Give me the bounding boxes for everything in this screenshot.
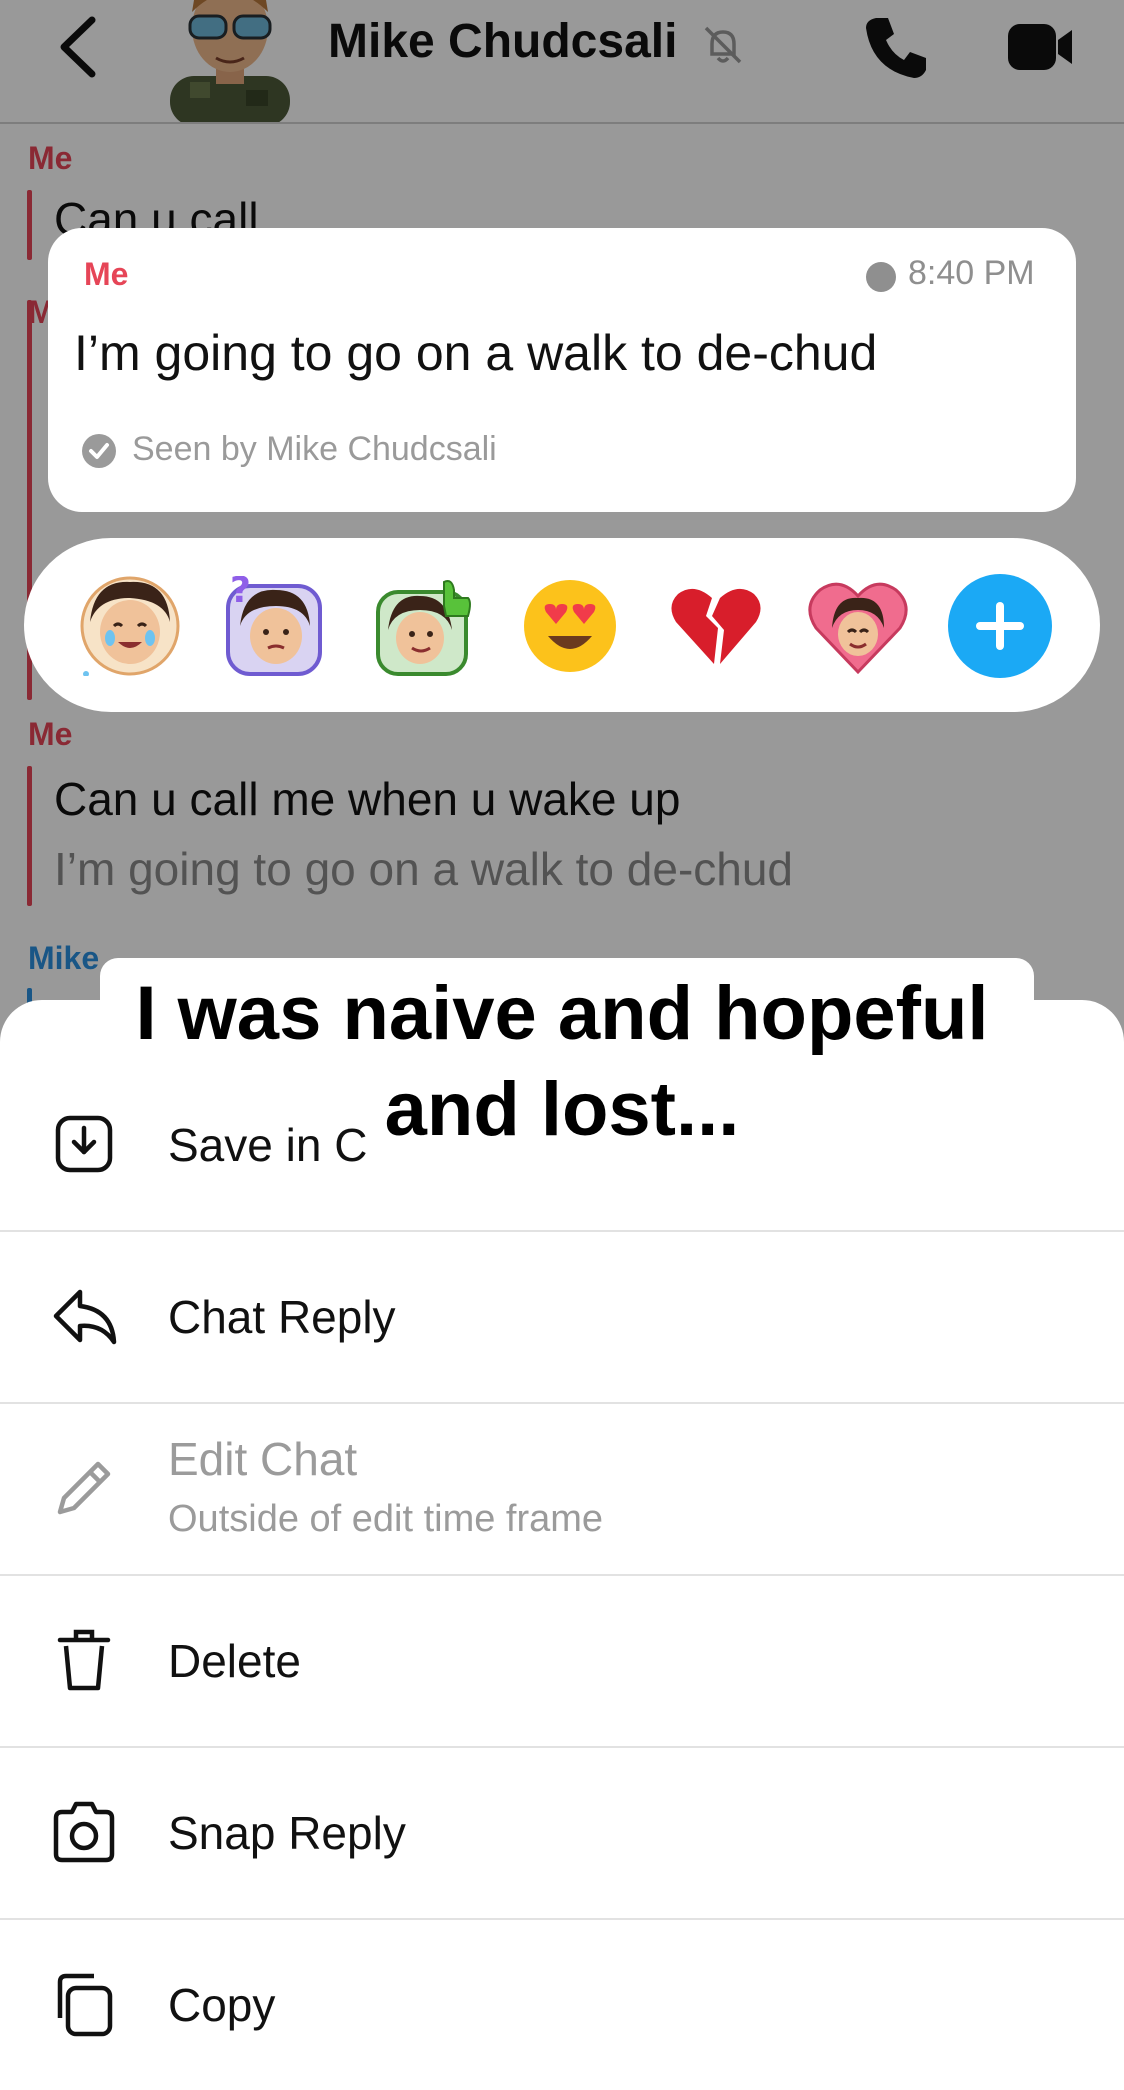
add-reaction-button[interactable] bbox=[948, 574, 1052, 678]
focused-message-card: Me 8:40 PM I’m going to go on a walk to … bbox=[48, 228, 1076, 512]
menu-item-delete[interactable]: Delete bbox=[0, 1576, 1124, 1748]
menu-item-label: Chat Reply bbox=[168, 1291, 396, 1343]
menu-item-label: Edit Chat bbox=[168, 1433, 358, 1485]
bitmoji-thumbs-up-icon[interactable] bbox=[374, 576, 474, 676]
copy-icon bbox=[57, 1973, 113, 2037]
menu-item-copy[interactable]: Copy bbox=[0, 1920, 1124, 2090]
sender-label: Me bbox=[84, 256, 129, 292]
bitmoji-crying-laughing-icon[interactable] bbox=[80, 576, 180, 676]
caption-line: and lost... bbox=[384, 1067, 740, 1152]
broken-heart-emoji-icon[interactable] bbox=[666, 576, 766, 676]
menu-item-snap-reply[interactable]: Snap Reply bbox=[0, 1748, 1124, 1920]
pencil-icon bbox=[57, 1461, 111, 1515]
camera-icon bbox=[53, 1801, 115, 1863]
menu-item-label: Copy bbox=[168, 1979, 276, 2031]
menu-item-edit-chat: Edit Chat Outside of edit time frame bbox=[0, 1404, 1124, 1576]
bitmoji-heart-icon[interactable] bbox=[808, 576, 908, 676]
trash-icon bbox=[57, 1629, 111, 1691]
menu-item-chat-reply[interactable]: Chat Reply bbox=[0, 1232, 1124, 1404]
seen-status: Seen by Mike Chudcsali bbox=[132, 430, 497, 468]
caption-line: I was naive and hopeful bbox=[135, 971, 989, 1056]
message-timestamp: 8:40 PM bbox=[908, 254, 1035, 292]
plus-icon bbox=[976, 602, 1024, 650]
time-dot-icon bbox=[866, 262, 896, 292]
reply-icon bbox=[53, 1289, 117, 1345]
menu-item-sublabel: Outside of edit time frame bbox=[168, 1498, 604, 1540]
heart-eyes-emoji-icon[interactable] bbox=[520, 576, 620, 676]
message-text: I’m going to go on a walk to de-chud bbox=[74, 325, 878, 381]
seen-check-icon bbox=[82, 434, 116, 468]
bitmoji-confused-icon[interactable]: ? bbox=[224, 576, 324, 676]
svg-text:?: ? bbox=[230, 576, 251, 611]
menu-item-label: Snap Reply bbox=[168, 1807, 406, 1859]
reaction-bar: ? bbox=[24, 538, 1100, 712]
video-caption: I was naive and hopeful and lost... bbox=[50, 966, 1074, 1158]
menu-item-label: Delete bbox=[168, 1635, 301, 1687]
